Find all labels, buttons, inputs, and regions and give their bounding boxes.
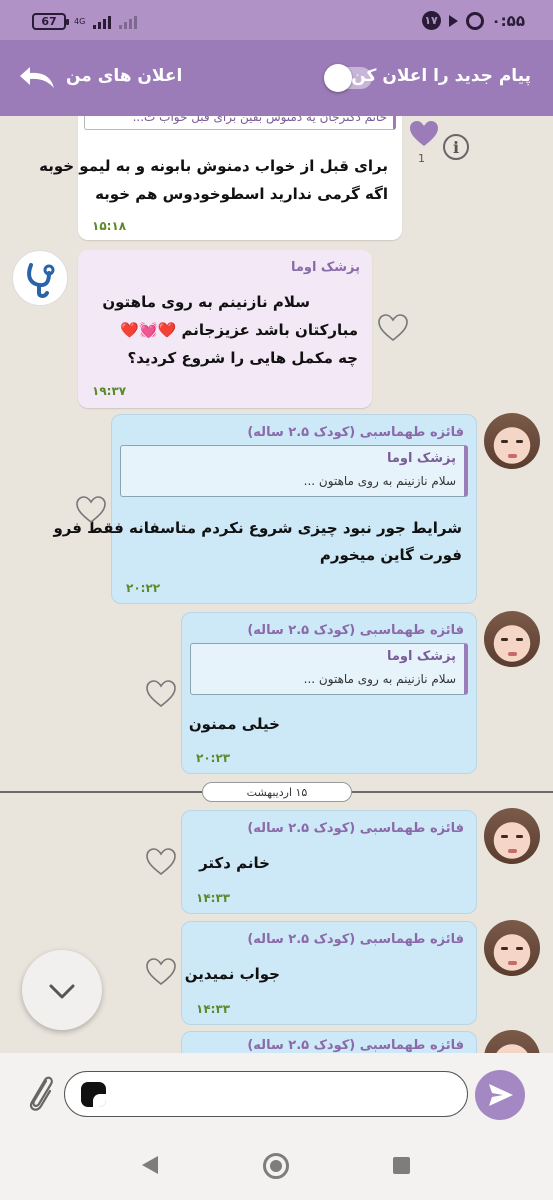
date-separator: ۱۵ اردیبهشت — [202, 782, 352, 802]
user-avatar[interactable] — [484, 611, 540, 667]
sender-name: فائزه طهماسبی (کودک ۲.۵ ساله) — [247, 623, 464, 638]
heart-outline-icon[interactable] — [378, 314, 408, 342]
doctor-avatar[interactable] — [12, 250, 68, 306]
chat-area[interactable]: خانم دکترجان یه دمنوش بفین برای قبل خواب… — [0, 116, 553, 1053]
scroll-down-button[interactable] — [22, 950, 102, 1030]
sender-name: فائزه طهماسبی (کودک ۲.۵ ساله) — [247, 425, 464, 440]
sender-name: فائزه طهماسبی (کودک ۲.۵ ساله) — [247, 821, 464, 836]
message-time: ۲۰:۲۲ — [126, 581, 161, 595]
message-line: شرایط جور نبود چیزی شروع نکردم متاسفانه … — [53, 519, 462, 537]
quoted-preview: خانم دکترجان یه دمنوش بفین برای قبل خواب… — [84, 116, 396, 130]
app-notification-icon — [465, 11, 484, 30]
paperclip-icon — [29, 1076, 53, 1111]
message-time: ۱۵:۱۸ — [92, 219, 127, 233]
network-type: 4G — [74, 16, 86, 26]
status-time: ۰:۵۵ — [491, 11, 525, 30]
message-line: سلام نازنینم به روی ماهتون — [102, 293, 310, 311]
quoted-text: سلام نازنینم به روی ماهتون ... — [303, 672, 456, 686]
message-bubble[interactable]: خانم دکترجان یه دمنوش بفین برای قبل خواب… — [39, 116, 402, 240]
message-line: برای قبل از خواب دمنوش بابونه و به لیمو … — [39, 157, 388, 175]
message-bubble[interactable]: فائزه طهماسبی (کودک ۲.۵ ساله) جواب نمیدی… — [181, 921, 477, 1025]
message-line: چه مکمل هایی را شروع کردید؟ — [127, 349, 359, 367]
chevron-down-icon — [49, 984, 75, 999]
message-line: اگه گرمی ندارید اسطوخودوس هم خوبه — [95, 185, 388, 203]
message-time: ۱۹:۳۷ — [92, 384, 127, 398]
quoted-sender: پزشک اوما — [386, 451, 456, 466]
user-avatar[interactable] — [484, 1030, 540, 1053]
sender-name: فائزه طهماسبی (کودک ۲.۵ ساله) — [247, 1038, 464, 1053]
back-button[interactable] — [18, 64, 58, 92]
nav-back-icon[interactable] — [142, 1156, 158, 1174]
notify-toggle-label: پیام جدید را اعلان کن — [351, 66, 531, 86]
message-input-bar — [0, 1053, 553, 1135]
message-input[interactable] — [64, 1071, 468, 1117]
heart-filled-icon[interactable] — [409, 120, 439, 148]
play-icon — [448, 14, 458, 27]
notification-count-badge: ۱۷ — [421, 11, 441, 30]
quoted-sender: پزشک اوما — [386, 649, 456, 664]
user-avatar[interactable] — [484, 808, 540, 864]
message-time: ۱۴:۳۳ — [196, 891, 231, 905]
message-line: خیلی ممنون — [188, 715, 280, 733]
like-count: 1 — [418, 152, 425, 165]
sender-name: فائزه طهماسبی (کودک ۲.۵ ساله) — [247, 932, 464, 947]
message-bubble[interactable]: فائزه طهماسبی (کودک ۲.۵ ساله) پزشک اوما … — [181, 612, 477, 774]
sticker-icon[interactable] — [81, 1082, 106, 1107]
nav-home-icon[interactable] — [263, 1153, 289, 1179]
battery-icon: 67 — [32, 13, 69, 30]
message-bubble[interactable]: فائزه طهماسبی (کودک ۲.۵ ساله) خانم دکتر … — [181, 810, 477, 914]
user-avatar[interactable] — [484, 920, 540, 976]
quoted-message[interactable]: پزشک اوما سلام نازنینم به روی ماهتون ... — [120, 445, 468, 497]
stethoscope-icon — [15, 253, 67, 305]
user-avatar[interactable] — [484, 413, 540, 469]
signal-icon — [93, 15, 112, 29]
send-button[interactable] — [475, 1070, 525, 1120]
signal-2-icon — [119, 15, 138, 29]
system-nav-bar — [0, 1135, 553, 1200]
quoted-message[interactable]: پزشک اوما سلام نازنینم به روی ماهتون ... — [190, 643, 468, 695]
message-bubble[interactable]: پزشک اوما سلام نازنینم به روی ماهتون مبا… — [78, 250, 372, 408]
message-line: فورت گاین میخورم — [319, 546, 462, 564]
battery-level: 67 — [41, 15, 57, 28]
back-arrow-icon — [20, 67, 54, 88]
message-time: ۱۴:۳۳ — [196, 1002, 231, 1016]
status-bar: 67 4G ۱۷ ۰:۵۵ — [0, 0, 553, 40]
send-icon — [489, 1084, 513, 1106]
message-bubble[interactable]: فائزه طهماسبی (کودک ۲.۵ ساله) پزشک اوما … — [53, 414, 477, 604]
heart-outline-icon[interactable] — [146, 680, 176, 708]
page-title: اعلان های من — [66, 66, 183, 86]
quoted-preview-text: خانم دکترجان یه دمنوش بفین برای قبل خواب… — [132, 116, 387, 124]
heart-outline-icon[interactable] — [146, 848, 176, 876]
info-icon[interactable]: i — [443, 134, 469, 160]
app-header: اعلان های من پیام جدید را اعلان کن — [0, 40, 553, 116]
heart-outline-icon[interactable] — [146, 958, 176, 986]
message-line: مبارکتان باشد عزیزجانم ❤️💓❤️ — [120, 321, 358, 339]
message-line: جواب نمیدین — [184, 965, 280, 983]
nav-recents-icon[interactable] — [393, 1157, 410, 1174]
heart-outline-icon[interactable] — [76, 496, 106, 524]
message-bubble[interactable]: فائزه طهماسبی (کودک ۲.۵ ساله) — [181, 1031, 477, 1053]
message-time: ۲۰:۲۳ — [196, 751, 231, 765]
sender-name: پزشک اوما — [290, 260, 360, 275]
toggle-knob — [324, 64, 352, 92]
attach-button[interactable] — [24, 1071, 56, 1113]
message-line: خانم دکتر — [199, 854, 270, 872]
quoted-text: سلام نازنینم به روی ماهتون ... — [303, 474, 456, 488]
